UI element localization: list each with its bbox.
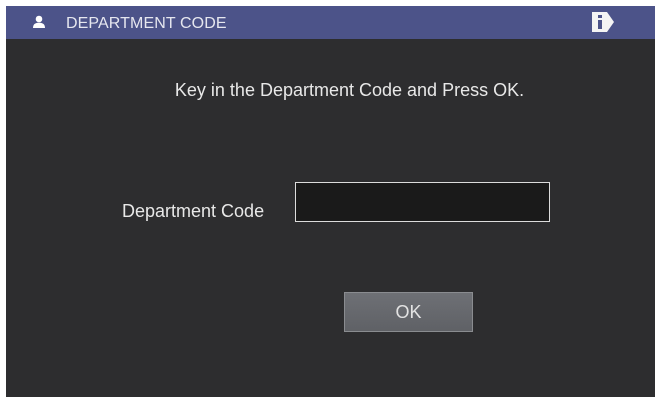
- department-code-screen: DEPARTMENT CODE Key in the Department Co…: [6, 6, 655, 397]
- info-icon[interactable]: [591, 11, 615, 33]
- instruction-text: Key in the Department Code and Press OK.: [174, 80, 525, 100]
- ok-button[interactable]: OK: [344, 292, 473, 332]
- department-code-field[interactable]: [295, 182, 550, 222]
- department-code-label: Department Code: [122, 201, 265, 221]
- user-icon: [33, 15, 45, 28]
- page-title: DEPARTMENT CODE: [66, 15, 227, 32]
- title-bar: DEPARTMENT CODE: [6, 6, 655, 39]
